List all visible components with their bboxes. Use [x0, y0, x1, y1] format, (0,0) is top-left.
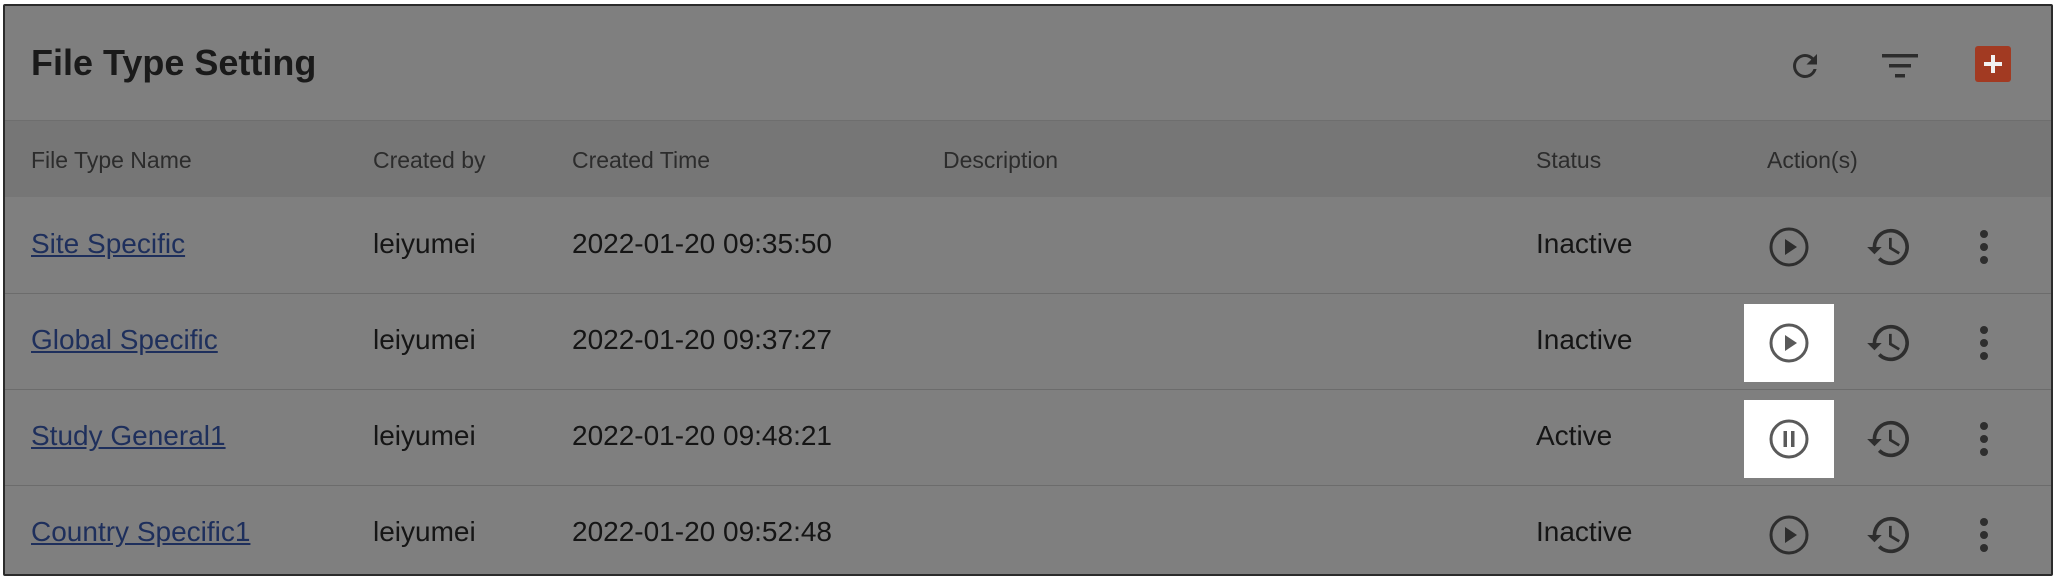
table-row: Country Specific1 leiyumei 2022-01-20 09… [5, 486, 2051, 574]
history-icon [1867, 515, 1911, 555]
activate-button[interactable] [1744, 496, 1834, 574]
column-header-description: Description [943, 147, 1059, 173]
activate-button[interactable] [1744, 304, 1834, 382]
created-by-cell: leiyumei [373, 516, 476, 547]
more-vertical-icon [1979, 421, 1989, 457]
more-options-button[interactable] [1964, 496, 2004, 574]
filter-icon [1880, 51, 1920, 81]
column-header-file-type-name: File Type Name [31, 147, 192, 173]
page-title: File Type Setting [31, 42, 317, 83]
more-options-button[interactable] [1964, 208, 2004, 286]
column-header-status: Status [1536, 147, 1602, 173]
file-type-name-link[interactable]: Country Specific1 [31, 516, 250, 548]
more-options-button[interactable] [1964, 304, 2004, 382]
history-button[interactable] [1859, 304, 1919, 382]
table-header: File Type Name Created by Created Time D… [5, 121, 2051, 197]
more-vertical-icon [1979, 325, 1989, 361]
panel-header: File Type Setting [5, 6, 2051, 121]
play-circle-icon [1768, 322, 1810, 364]
refresh-button[interactable] [1783, 44, 1827, 88]
created-time-cell: 2022-01-20 09:52:48 [572, 516, 832, 547]
created-by-cell: leiyumei [373, 324, 476, 355]
more-vertical-icon [1979, 229, 1989, 265]
created-time-cell: 2022-01-20 09:35:50 [572, 228, 832, 259]
created-by-cell: leiyumei [373, 228, 476, 259]
more-vertical-icon [1979, 517, 1989, 553]
column-header-created-time: Created Time [572, 147, 711, 173]
play-circle-icon [1768, 514, 1810, 556]
file-type-name-link[interactable]: Global Specific [31, 324, 218, 356]
refresh-icon [1787, 48, 1823, 84]
table-row: Global Specific leiyumei 2022-01-20 09:3… [5, 294, 2051, 390]
history-button[interactable] [1859, 496, 1919, 574]
history-button[interactable] [1859, 208, 1919, 286]
more-options-button[interactable] [1964, 400, 2004, 478]
file-type-setting-panel: File Type Setting File Type Name Created… [3, 4, 2053, 576]
history-icon [1867, 419, 1911, 459]
add-button[interactable] [1975, 46, 2011, 82]
created-by-cell: leiyumei [373, 420, 476, 451]
status-cell: Inactive [1536, 228, 1633, 259]
status-cell: Active [1536, 420, 1613, 451]
column-header-created-by: Created by [373, 147, 486, 173]
deactivate-button[interactable] [1744, 400, 1834, 478]
table-row: Site Specific leiyumei 2022-01-20 09:35:… [5, 198, 2051, 294]
created-time-cell: 2022-01-20 09:37:27 [572, 324, 832, 355]
activate-button[interactable] [1744, 208, 1834, 286]
history-icon [1867, 227, 1911, 267]
history-button[interactable] [1859, 400, 1919, 478]
file-type-name-link[interactable]: Study General1 [31, 420, 226, 452]
status-cell: Inactive [1536, 516, 1633, 547]
play-circle-icon [1768, 226, 1810, 268]
table-row: Study General1 leiyumei 2022-01-20 09:48… [5, 390, 2051, 486]
status-cell: Inactive [1536, 324, 1633, 355]
filter-button[interactable] [1878, 44, 1922, 88]
history-icon [1867, 323, 1911, 363]
created-time-cell: 2022-01-20 09:48:21 [572, 420, 832, 451]
pause-circle-icon [1768, 418, 1810, 460]
column-header-actions: Action(s) [1767, 147, 1858, 173]
add-icon [1982, 53, 2004, 75]
file-type-name-link[interactable]: Site Specific [31, 228, 185, 260]
